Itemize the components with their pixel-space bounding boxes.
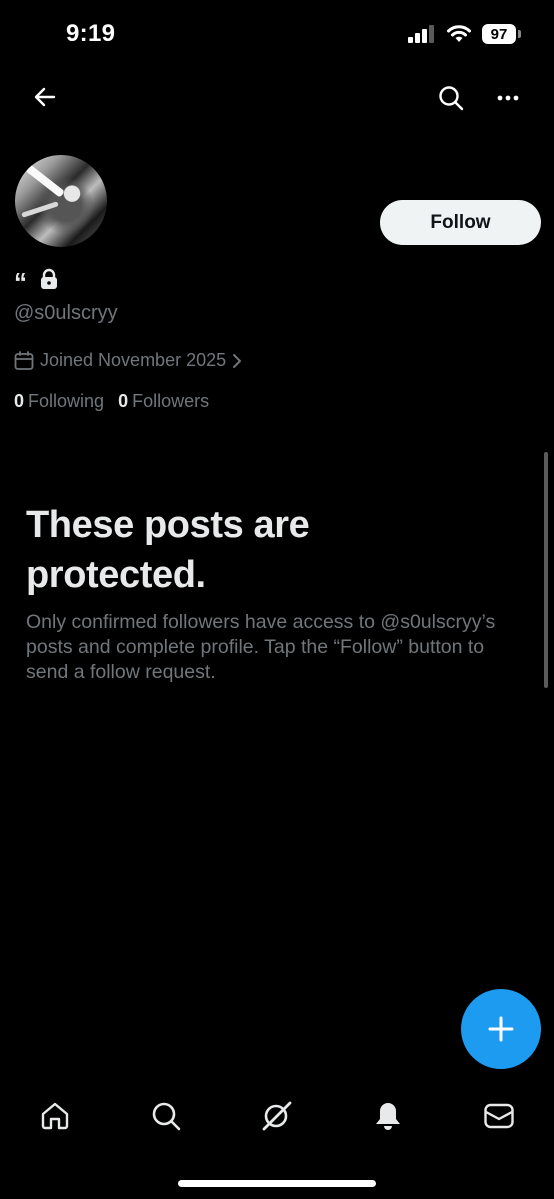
more-button[interactable] [488, 78, 528, 118]
signal-icon [408, 25, 434, 43]
grok-icon [262, 1101, 292, 1131]
lock-icon [41, 268, 57, 289]
avatar[interactable] [12, 152, 110, 250]
scrollbar[interactable] [544, 452, 548, 688]
search-icon [152, 1102, 181, 1131]
calendar-icon [14, 350, 34, 370]
joined-label: Joined November 2025 [40, 350, 227, 370]
followers-label: Followers [132, 391, 210, 411]
joined-date[interactable]: Joined November 2025 [14, 350, 242, 371]
tab-notifications[interactable] [360, 1088, 416, 1144]
compose-button[interactable] [461, 989, 541, 1069]
following-link[interactable]: 0 Following [14, 391, 104, 412]
tab-grok[interactable] [249, 1088, 305, 1144]
more-icon [497, 95, 519, 101]
plus-icon [488, 1016, 514, 1042]
battery-level: 97 [490, 25, 508, 43]
battery-icon: 97 [482, 24, 521, 44]
notifications-icon [375, 1103, 400, 1130]
following-count: 0 [14, 391, 25, 411]
tab-bar [0, 1086, 554, 1146]
following-label: Following [28, 391, 105, 411]
profile-handle: @s0ulscryy [14, 302, 118, 324]
protected-title: These posts are protected. [26, 504, 310, 596]
search-icon [439, 86, 464, 111]
wifi-icon [447, 25, 471, 42]
display-name-row: “ [14, 263, 59, 295]
status-icons: 97 [408, 24, 521, 44]
tab-home[interactable] [27, 1088, 83, 1144]
chevron-right-icon [233, 353, 242, 368]
follow-stats: 0 Following 0 Followers [14, 391, 209, 412]
back-arrow-icon [34, 87, 56, 107]
search-button[interactable] [431, 78, 471, 118]
home-icon [42, 1102, 69, 1130]
protected-body: Only confirmed followers have access to … [26, 611, 496, 683]
followers-link[interactable]: 0 Followers [118, 391, 209, 412]
tab-messages[interactable] [471, 1088, 527, 1144]
tab-search[interactable] [138, 1088, 194, 1144]
followers-count: 0 [118, 391, 129, 411]
back-button[interactable] [25, 77, 65, 117]
status-time: 9:19 [66, 20, 116, 47]
display-name: “ [14, 267, 27, 297]
messages-icon [483, 1103, 514, 1129]
home-indicator [178, 1180, 376, 1187]
follow-button[interactable]: Follow [380, 200, 541, 245]
